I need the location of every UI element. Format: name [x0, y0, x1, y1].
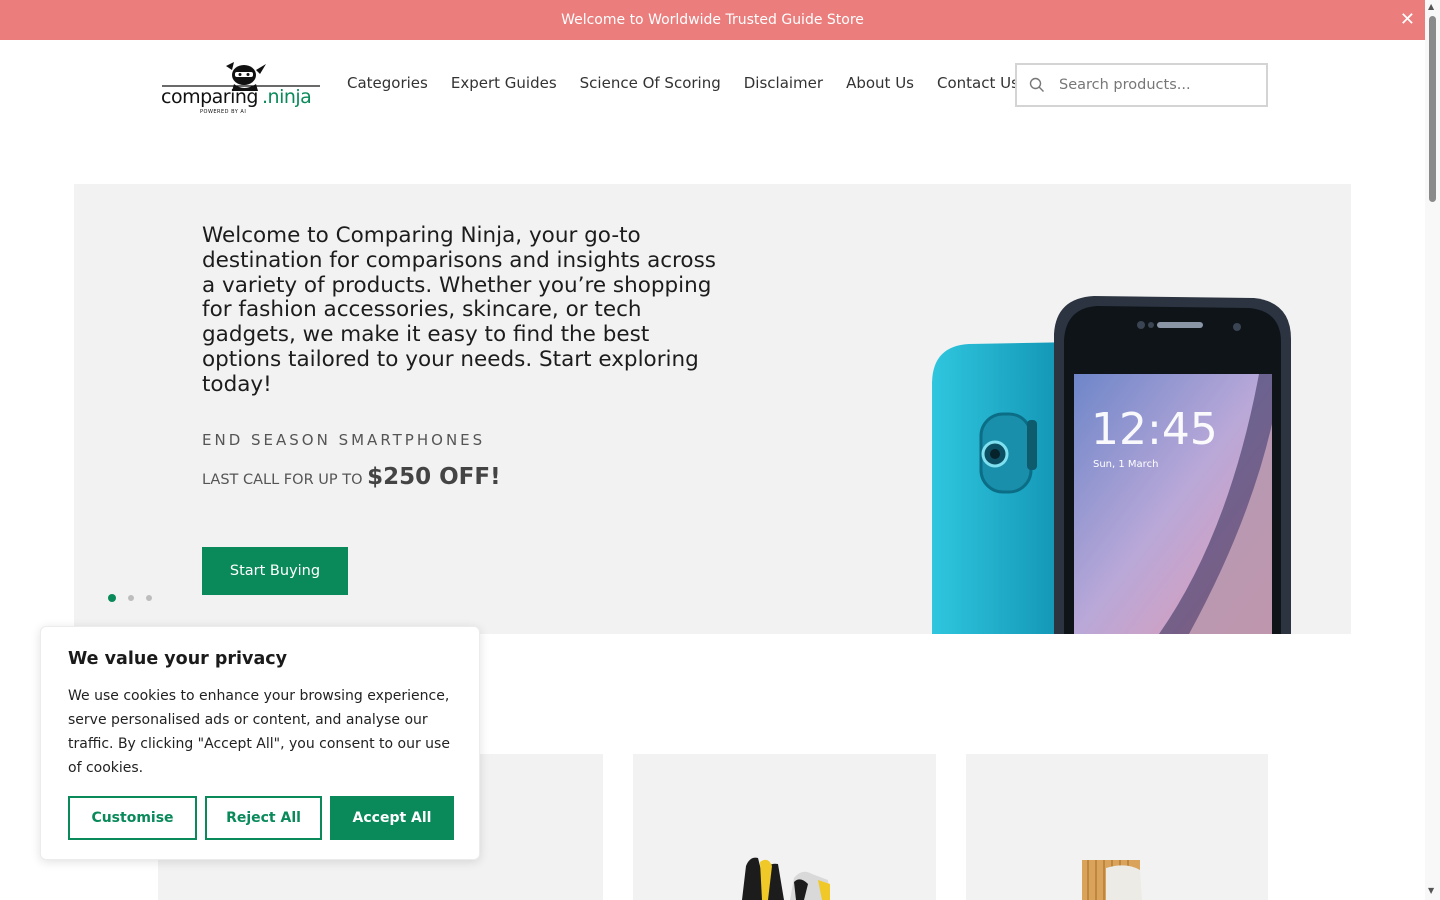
scroll-up-icon[interactable]: ▲ [1428, 2, 1434, 11]
hero-text-block: Welcome to Comparing Ninja, your go-to d… [202, 223, 722, 449]
promo-highlight: $250 OFF! [367, 464, 501, 490]
nav-contact-us[interactable]: Contact Us [937, 74, 1019, 92]
cookie-text: We use cookies to enhance your browsing … [68, 688, 450, 776]
nav-about-us[interactable]: About Us [846, 74, 914, 92]
nav-science-of-scoring[interactable]: Science Of Scoring [580, 74, 721, 92]
search-icon [1029, 77, 1044, 92]
sneaker-image [742, 857, 830, 900]
phone-date: Sun, 1 March [1093, 459, 1158, 470]
slide-dot-2[interactable] [128, 595, 134, 601]
search-input[interactable] [1059, 77, 1229, 93]
nav-categories[interactable]: Categories [347, 74, 428, 92]
hero-promo: LAST CALL FOR UP TO $250 OFF! [202, 464, 501, 490]
nav-disclaimer[interactable]: Disclaimer [744, 74, 823, 92]
announcement-bar: Welcome to Worldwide Trusted Guide Store… [0, 0, 1425, 40]
cookie-consent-banner: We value your privacy We use cookies to … [40, 626, 480, 860]
cookie-title: We value your privacy [68, 649, 288, 669]
logo-tagline: POWERED BY AI [200, 109, 246, 115]
svg-text:comparing: comparing [161, 86, 258, 108]
hero-title: Welcome to Comparing Ninja, your go-to d… [202, 223, 716, 397]
promo-prefix: LAST CALL FOR UP TO [202, 472, 363, 488]
svg-text:.ninja: .ninja [262, 86, 311, 108]
scroll-thumb[interactable] [1429, 16, 1436, 202]
phone-time: 12:45 [1091, 404, 1218, 455]
slider-dots [108, 594, 164, 602]
close-icon[interactable]: ✕ [1400, 9, 1415, 31]
slide-dot-3[interactable] [146, 595, 152, 601]
site-header: comparing .ninja POWERED BY AI Categorie… [0, 40, 1425, 130]
customise-button[interactable]: Customise [68, 796, 197, 840]
start-buying-button[interactable]: Start Buying [202, 547, 348, 595]
smartphone-image: 12:45 Sun, 1 March [932, 296, 1291, 634]
accept-all-button[interactable]: Accept All [330, 796, 454, 840]
page-scrollbar[interactable]: ▲ ▼ [1425, 0, 1440, 900]
product-card[interactable] [633, 754, 936, 900]
site-logo[interactable]: comparing .ninja POWERED BY AI [160, 56, 324, 116]
hero-slider: Welcome to Comparing Ninja, your go-to d… [74, 184, 1351, 634]
search-box [1015, 63, 1268, 107]
announcement-text: Welcome to Worldwide Trusted Guide Store [561, 12, 864, 28]
hero-subtitle: END SEASON SMARTPHONES [202, 430, 486, 449]
nav-expert-guides[interactable]: Expert Guides [451, 74, 557, 92]
main-nav: Categories Expert Guides Science Of Scor… [347, 74, 1019, 92]
product-card[interactable] [966, 754, 1268, 900]
reject-all-button[interactable]: Reject All [205, 796, 322, 840]
slide-dot-1[interactable] [108, 594, 116, 602]
chair-image [1082, 860, 1142, 900]
scroll-down-icon[interactable]: ▼ [1428, 886, 1434, 895]
